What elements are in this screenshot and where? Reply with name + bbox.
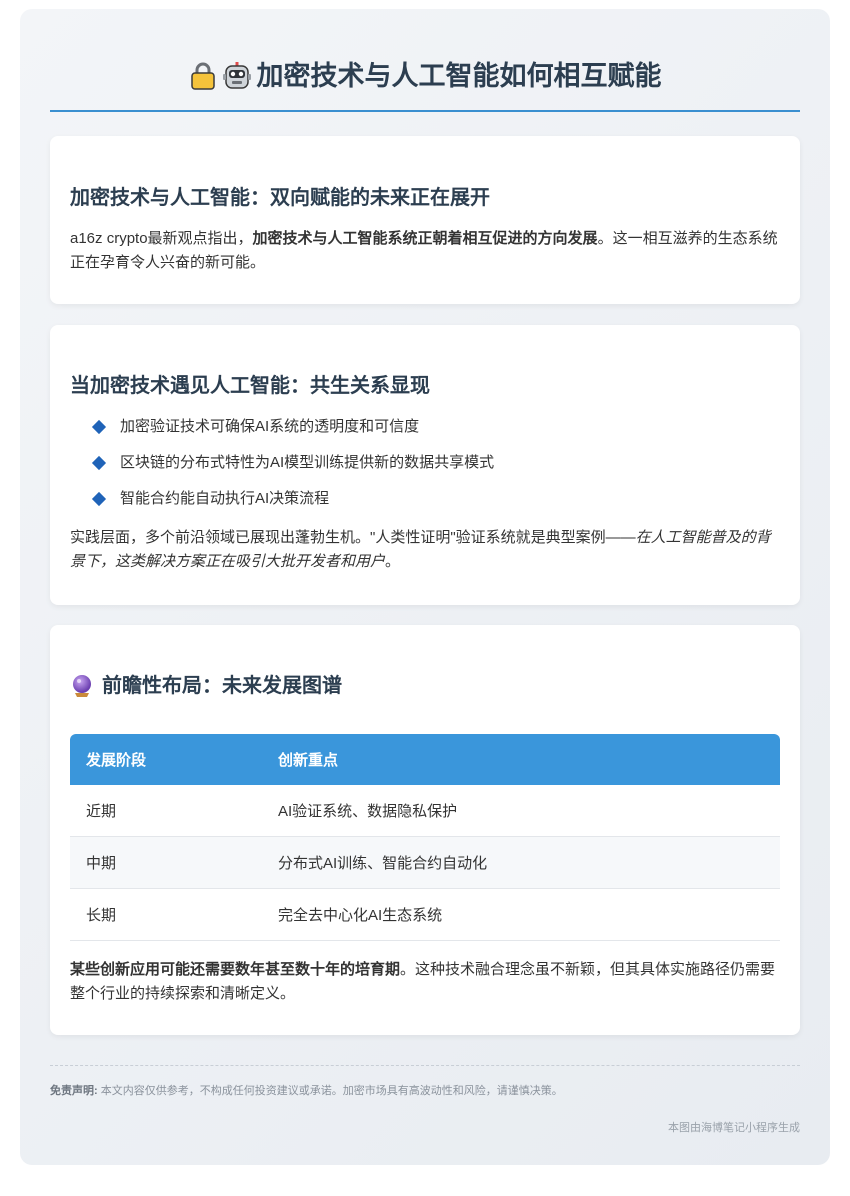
section-intro-heading: 加密技术与人工智能：双向赋能的未来正在展开 [70, 187, 490, 209]
footer-divider [50, 1065, 800, 1066]
section-symbiosis-paragraph: 实践层面，多个前沿领域已展现出蓬勃生机。"人类性证明"验证系统就是典型案例——在… [70, 526, 780, 574]
diamond-bullet-icon [91, 455, 107, 471]
table-row: 长期 完全去中心化AI生态系统 [70, 888, 780, 941]
bullet-item: 智能合约能自动执行AI决策流程 [70, 487, 780, 511]
roadmap-text-bold: 某些创新应用可能还需要数年甚至数十年的培育期 [70, 961, 401, 978]
generator-credit: 本图由海博笔记小程序生成 [668, 1122, 800, 1134]
section-roadmap-heading-text: 前瞻性布局：未来发展图谱 [102, 675, 342, 697]
page-container: 加密技术与人工智能如何相互赋能 加密技术与人工智能：双向赋能的未来正在展开 a1… [20, 9, 830, 1165]
symbiosis-text-start: 实践层面，多个前沿领域已展现出蓬勃生机。"人类性证明"验证系统就是典型案例—— [70, 529, 636, 546]
table-cell-stage: 中期 [70, 836, 262, 889]
lock-icon [190, 62, 215, 90]
page-title-text: 加密技术与人工智能如何相互赋能 [256, 61, 662, 91]
table-cell-stage: 长期 [70, 888, 262, 941]
diamond-bullet-icon [91, 491, 107, 507]
table-header-row: 发展阶段 创新重点 [70, 734, 780, 785]
intro-text-bold: 加密技术与人工智能系统正朝着相互促进的方向发展 [252, 230, 598, 247]
section-intro: 加密技术与人工智能：双向赋能的未来正在展开 a16z crypto最新观点指出，… [50, 136, 800, 304]
bullet-item: 加密验证技术可确保AI系统的透明度和可信度 [70, 415, 780, 439]
title-bar: 加密技术与人工智能如何相互赋能 [50, 55, 800, 112]
symbiosis-text-end: 。 [385, 553, 401, 570]
page-title: 加密技术与人工智能如何相互赋能 [189, 55, 662, 97]
symbiosis-bullet-list: 加密验证技术可确保AI系统的透明度和可信度 区块链的分布式特性为AI模型训练提供… [70, 415, 780, 511]
table-row: 近期 AI验证系统、数据隐私保护 [70, 785, 780, 837]
bullet-text: 加密验证技术可确保AI系统的透明度和可信度 [120, 418, 420, 435]
section-symbiosis: 当加密技术遇见人工智能：共生关系显现 加密验证技术可确保AI系统的透明度和可信度… [50, 325, 800, 605]
section-roadmap-heading: 前瞻性布局：未来发展图谱 [70, 672, 342, 700]
crystal-ball-icon [73, 675, 91, 697]
robot-icon [222, 62, 251, 89]
roadmap-table: 发展阶段 创新重点 近期 AI验证系统、数据隐私保护 中期 分布式AI训练、智能… [70, 734, 780, 941]
table-cell-focus: AI验证系统、数据隐私保护 [262, 785, 780, 837]
disclaimer-text: 本文内容仅供参考，不构成任何投资建议或承诺。加密市场具有高波动性和风险，请谨慎决… [97, 1085, 563, 1097]
section-symbiosis-heading: 当加密技术遇见人工智能：共生关系显现 [70, 375, 430, 397]
table-cell-focus: 分布式AI训练、智能合约自动化 [262, 836, 780, 889]
table-header-focus: 创新重点 [262, 734, 780, 785]
table-cell-stage: 近期 [70, 785, 262, 837]
table-header-stage: 发展阶段 [70, 734, 262, 785]
bullet-text: 智能合约能自动执行AI决策流程 [120, 490, 330, 507]
disclaimer: 免责声明: 本文内容仅供参考，不构成任何投资建议或承诺。加密市场具有高波动性和风… [50, 1082, 563, 1100]
table-row: 中期 分布式AI训练、智能合约自动化 [70, 836, 780, 889]
section-roadmap: 前瞻性布局：未来发展图谱 发展阶段 创新重点 近期 AI验证系统、数据隐私保护 … [50, 625, 800, 1035]
table-cell-focus: 完全去中心化AI生态系统 [262, 888, 780, 941]
section-intro-paragraph: a16z crypto最新观点指出，加密技术与人工智能系统正朝着相互促进的方向发… [70, 227, 780, 275]
disclaimer-label: 免责声明: [50, 1085, 98, 1097]
bullet-text: 区块链的分布式特性为AI模型训练提供新的数据共享模式 [120, 454, 495, 471]
diamond-bullet-icon [91, 419, 107, 435]
section-roadmap-paragraph: 某些创新应用可能还需要数年甚至数十年的培育期。这种技术融合理念虽不新颖，但其具体… [70, 958, 780, 1006]
bullet-item: 区块链的分布式特性为AI模型训练提供新的数据共享模式 [70, 451, 780, 475]
intro-text-start: a16z crypto最新观点指出， [70, 230, 253, 247]
